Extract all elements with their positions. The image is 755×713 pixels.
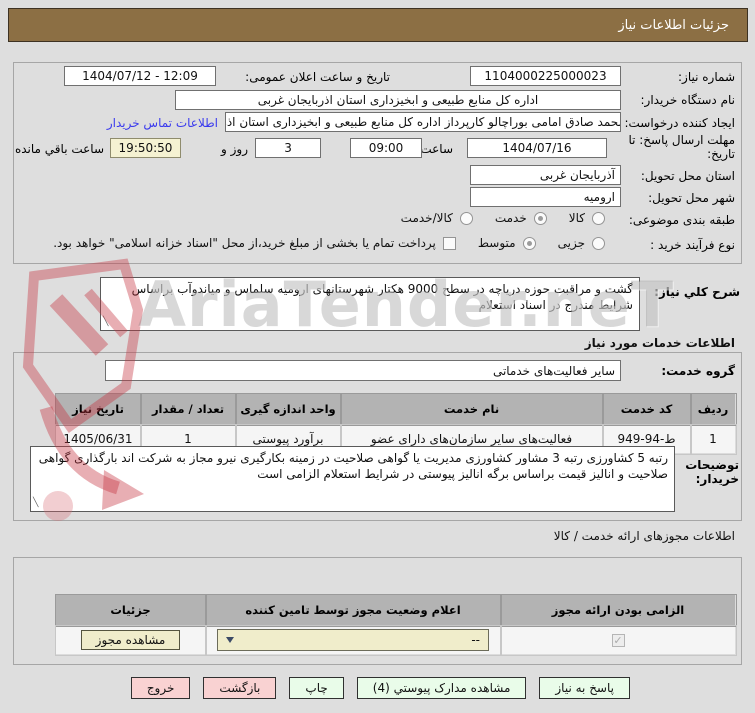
col-details: جزئیات [54,593,207,627]
radio-goods-service[interactable] [459,211,473,225]
buyer-notes-textarea[interactable]: رتبه 5 کشاورزی رتبه 3 مشاور کشاورزی مدیر… [30,446,675,512]
dropdown-arrow-icon [226,637,234,643]
view-attachments-button[interactable]: مشاهده مدارک پیوستي (4) [356,677,527,699]
col-service-name: نام خدمت [339,392,604,426]
treasury-option: پرداخت تمام یا بخشی از مبلغ خرید،از محل … [53,236,456,250]
description-textarea[interactable]: گشت و مراقبت حوزه دریاچه در سطح 9000 هکت… [100,277,640,331]
col-need-date: تاریخ نیاز [54,392,142,426]
time-remaining-box: 19:50:50 [110,138,181,158]
page-title: جزئیات اطلاعات نیاز [618,17,729,33]
deadline-label: مهلت ارسال پاسخ: تا تاریخ: [628,133,735,161]
buyer-contact-link[interactable]: اطلاعات تماس خریدار [107,116,218,130]
titlebar: جزئیات اطلاعات نیاز [8,8,748,42]
need-number-label: شماره نیاز: [678,70,735,84]
creator-label: ایجاد کننده درخواست: [624,116,735,130]
classification-option-goods-service: کالا/خدمت [401,211,473,225]
buyer-org-field[interactable]: اداره کل منابع طبیعی و ابخیزداری استان ا… [175,90,621,110]
service-group-field[interactable]: سایر فعالیت‌های خدماتی [105,360,621,381]
creator-field[interactable]: محمد صادق امامی بوراچالو کارپرداز اداره … [225,112,621,132]
col-row-number: ردیف [689,392,737,426]
cell-license-status: -- [204,624,502,656]
cell-row-number: 1 [689,423,737,455]
col-quantity: تعداد / مقدار [139,392,237,426]
days-remaining-field[interactable]: 3 [255,138,321,158]
province-field[interactable]: آذربایجان غربی [470,165,621,185]
radio-minor-label: جزیی [557,236,585,250]
print-button[interactable]: چاپ [289,677,344,699]
license-status-value: -- [471,633,480,647]
radio-minor[interactable] [592,236,605,250]
footer-buttons: پاسخ به نیاز مشاهده مدارک پیوستي (4) چاپ… [130,677,630,699]
col-service-code: کد خدمت [601,392,692,426]
col-license-required: الزامی بودن ارائه مجوز [499,593,737,627]
city-field[interactable]: ارومیه [470,187,621,207]
resize-grip-icon[interactable] [103,314,108,330]
city-label: شهر محل تحویل: [648,191,735,205]
services-section-header: اطلاعات خدمات مورد نیاز [584,336,735,350]
hour-label: ساعت [420,142,453,156]
view-license-button[interactable]: مشاهده مجوز [80,630,181,650]
radio-goods-label: کالا [568,211,585,225]
services-table: ردیف کد خدمت نام خدمت واحد اندازه گیری ت… [54,392,737,455]
radio-service-label: خدمت [494,211,527,225]
radio-service[interactable] [533,211,547,225]
buyer-org-label: نام دستگاه خریدار: [640,93,736,107]
announce-datetime-field[interactable]: 1404/07/12 - 12:09 [64,66,216,86]
radio-medium-label: متوسط [477,236,516,250]
treasury-checkbox-label: پرداخت تمام یا بخشی از مبلغ خرید،از محل … [53,236,436,250]
resize-grip-icon[interactable] [33,495,38,511]
announce-datetime-label: تاریخ و ساعت اعلان عمومی: [245,70,390,84]
back-button[interactable]: بازگشت [203,677,277,699]
service-group-label: گروه خدمت: [661,364,735,378]
col-unit: واحد اندازه گیری [234,392,342,426]
classification-label: طبقه بندی موضوعی: [628,213,735,227]
cell-license-required [499,624,737,656]
services-table-header-row: ردیف کد خدمت نام خدمت واحد اندازه گیری ت… [54,392,737,426]
buyer-notes-text: رتبه 5 کشاورزی رتبه 3 مشاور کشاورزی مدیر… [38,451,668,481]
classification-option-service: خدمت [495,211,547,225]
license-required-checkbox[interactable] [611,634,625,647]
classification-option-goods: کالا [569,211,605,225]
province-label: استان محل تحویل: [640,169,735,183]
radio-goods[interactable] [592,211,605,225]
days-label: روز و [221,142,248,156]
treasury-checkbox[interactable] [442,236,456,250]
license-status-dropdown[interactable]: -- [217,629,489,651]
radio-goods-service-label: کالا/خدمت [400,211,453,225]
process-type-options: جزیی متوسط پرداخت تمام یا بخشی از مبلغ خ… [53,236,605,250]
respond-to-need-button[interactable]: پاسخ به نیاز [539,677,630,699]
buyer-notes-label: توضیحات خریدار: [685,458,739,486]
process-option-minor: جزیی [558,236,605,250]
col-license-status: اعلام وضعیت مجوز توسط تامین کننده [204,593,502,627]
process-type-label: نوع فرآیند خرید : [650,238,735,252]
need-number-field[interactable]: 1104000225000023 [470,66,621,86]
licenses-table: الزامی بودن ارائه مجوز اعلام وضعیت مجوز … [54,593,737,656]
description-label: شرح کلي نیاز: [654,285,740,299]
cell-details: مشاهده مجوز [54,624,207,656]
process-option-medium: متوسط [478,236,536,250]
exit-button[interactable]: خروج [130,677,191,699]
description-text: گشت و مراقبت حوزه دریاچه در سطح 9000 هکت… [131,282,633,312]
licenses-section-header: اطلاعات مجوزهای ارائه خدمت / کالا [553,529,735,543]
radio-medium[interactable] [522,236,536,250]
deadline-time-field[interactable]: 09:00 [350,138,422,158]
need-details-page: جزئیات اطلاعات نیاز شماره نیاز: 11040002… [0,0,755,713]
remaining-label: ساعت باقي مانده [14,142,104,156]
licenses-table-header-row: الزامی بودن ارائه مجوز اعلام وضعیت مجوز … [54,593,737,627]
classification-options: کالا خدمت کالا/خدمت [379,211,605,225]
deadline-date-field[interactable]: 1404/07/16 [467,138,607,158]
licenses-table-row: -- مشاهده مجوز [54,624,737,656]
